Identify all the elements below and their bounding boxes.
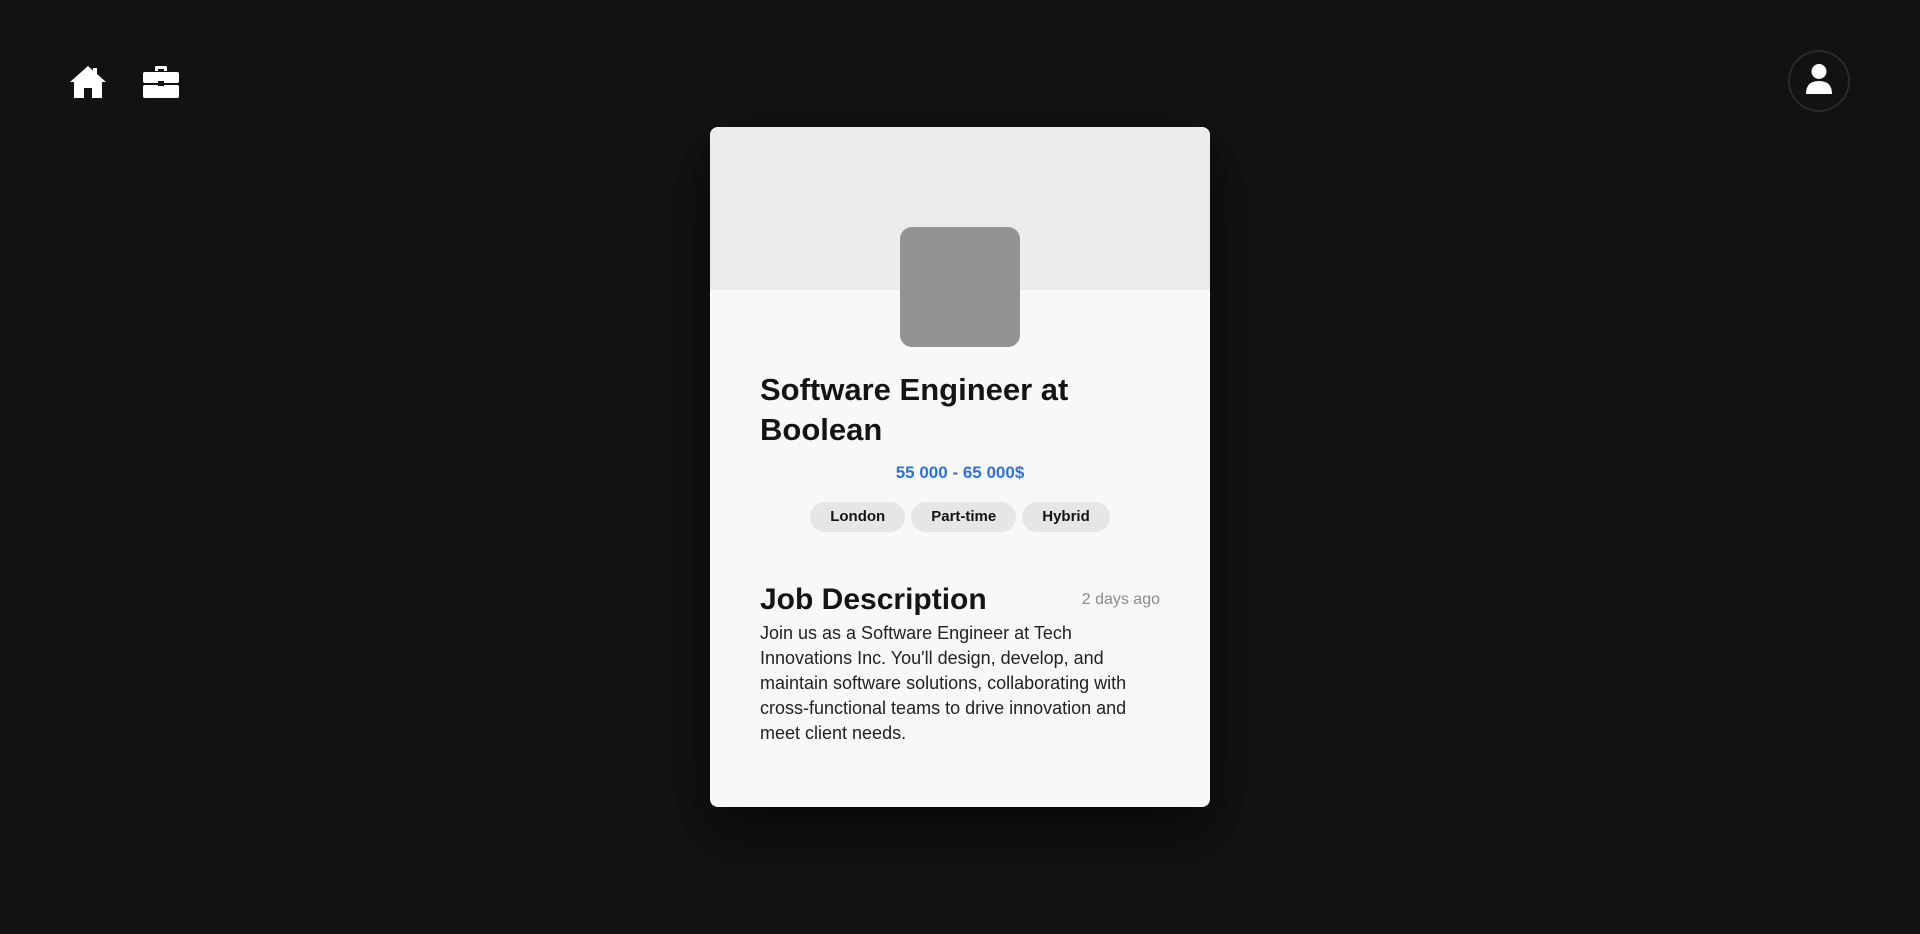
- tag-work-mode: Hybrid: [1022, 502, 1110, 532]
- job-tags: London Part-time Hybrid: [710, 502, 1210, 532]
- job-description-text: Join us as a Software Engineer at Tech I…: [760, 623, 1127, 743]
- home-icon[interactable]: [68, 62, 108, 102]
- user-icon: [1805, 63, 1833, 100]
- tag-employment-type: Part-time: [911, 502, 1017, 532]
- briefcase-icon[interactable]: [141, 62, 181, 102]
- job-card: Software Engineer at Boolean 55 000 - 65…: [710, 127, 1210, 807]
- job-description-heading: Job Description: [760, 583, 987, 616]
- company-logo-placeholder: [900, 227, 1020, 347]
- posted-date: 2 days ago: [1081, 591, 1160, 608]
- tag-location: London: [810, 502, 906, 532]
- job-title: Software Engineer at Boolean: [760, 372, 1069, 447]
- profile-button[interactable]: [1788, 50, 1850, 112]
- salary-range: 55 000 - 65 000$: [895, 463, 1025, 482]
- page: Software Engineer at Boolean 55 000 - 65…: [0, 0, 1920, 934]
